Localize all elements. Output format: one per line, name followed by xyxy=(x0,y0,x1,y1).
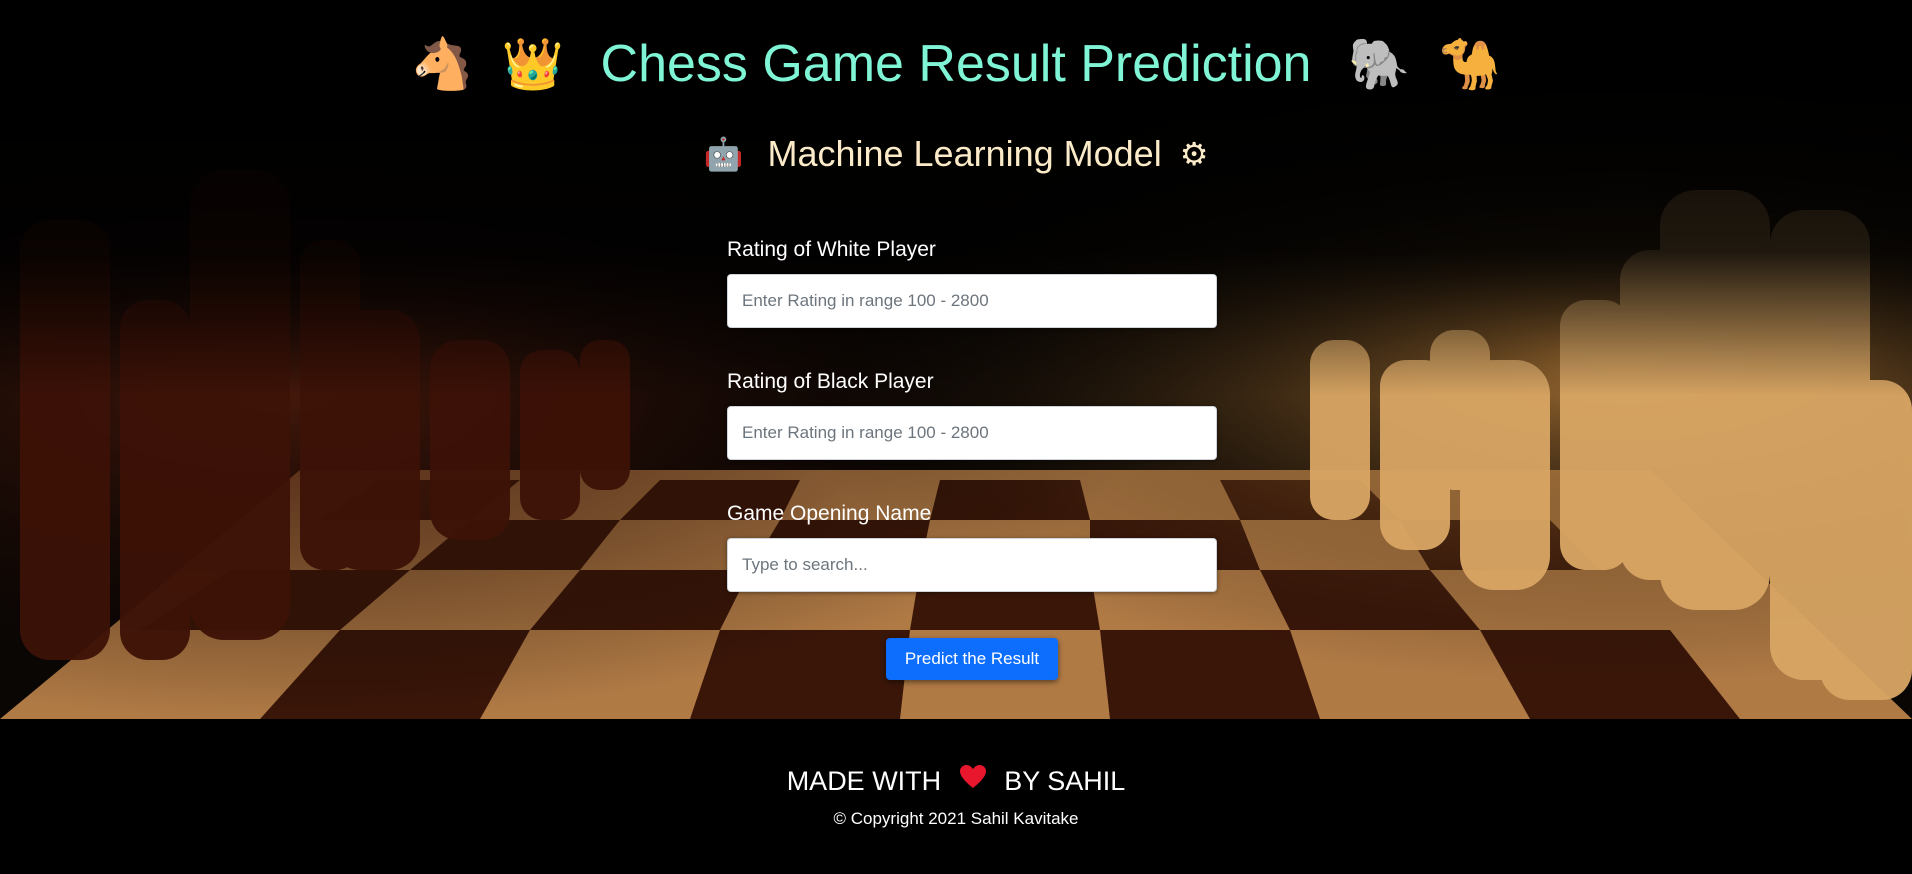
white-rating-input[interactable] xyxy=(727,274,1217,328)
opening-field-group: Game Opening Name xyxy=(727,500,1217,592)
made-with-suffix: BY SAHIL xyxy=(1004,765,1126,796)
black-rating-label: Rating of Black Player xyxy=(727,370,934,393)
horse-icon: 🐴 xyxy=(411,36,474,93)
crown-icon: 👑 xyxy=(501,36,565,93)
elephant-icon: 🐘 xyxy=(1347,36,1411,93)
black-rating-input[interactable] xyxy=(727,406,1217,460)
page-subtitle-row: 🤖 Machine Learning Model ⚙ xyxy=(0,128,1912,178)
made-with-prefix: MADE WITH xyxy=(786,765,942,796)
hero-section: 🐴 👑 Chess Game Result Prediction 🐘 🐪 🤖 M… xyxy=(0,0,1912,719)
predict-button[interactable]: Predict the Result xyxy=(886,638,1058,680)
page-title: Chess Game Result Prediction xyxy=(600,35,1312,94)
white-rating-field-group: Rating of White Player xyxy=(727,236,1217,328)
robot-icon: 🤖 xyxy=(703,136,744,173)
opening-label: Game Opening Name xyxy=(727,502,932,525)
copyright-text: © Copyright 2021 Sahil Kavitake xyxy=(833,809,1079,828)
footer: MADE WITH BY SAHIL © Copyright 2021 Sahi… xyxy=(0,719,1912,874)
camel-icon: 🐪 xyxy=(1438,36,1501,93)
opening-search-input[interactable] xyxy=(727,538,1217,592)
page-title-row: 🐴 👑 Chess Game Result Prediction 🐘 🐪 xyxy=(0,26,1912,99)
white-rating-label: Rating of White Player xyxy=(727,238,936,261)
page-subtitle: Machine Learning Model xyxy=(767,133,1162,175)
gear-icon: ⚙ xyxy=(1179,136,1209,173)
heart-icon xyxy=(959,763,987,799)
made-with-line: MADE WITH BY SAHIL xyxy=(0,761,1912,799)
black-rating-field-group: Rating of Black Player xyxy=(727,368,1217,460)
page: 🐴 👑 Chess Game Result Prediction 🐘 🐪 🤖 M… xyxy=(0,0,1912,874)
prediction-form: Rating of White Player Rating of Black P… xyxy=(727,236,1217,632)
